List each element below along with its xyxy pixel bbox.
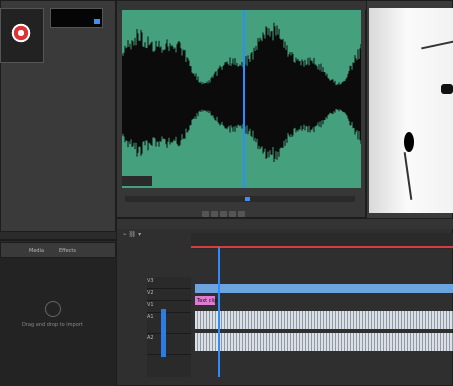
tab-media[interactable]: Media [29, 248, 44, 254]
link-icon[interactable]: ⛓ [129, 231, 137, 238]
waveform-playhead[interactable] [243, 10, 245, 188]
waveform-selection [122, 176, 152, 186]
studio-light-stand [404, 132, 414, 152]
timeline-tools: ⌁ ⛓ ▾ [123, 231, 159, 241]
media-thumbnail-2[interactable] [50, 8, 103, 28]
audio-clip-1[interactable] [195, 311, 453, 329]
track-headers: V3 V2 V1 A1 A2 [147, 277, 191, 377]
timeline-ruler[interactable] [191, 233, 453, 249]
track-header-a1[interactable]: A1 [147, 313, 191, 334]
empty-media-icon [45, 301, 61, 317]
source-monitor [116, 0, 366, 218]
track-header-a2[interactable]: A2 [147, 334, 191, 355]
step-back-button[interactable] [211, 211, 218, 217]
tripod [404, 152, 413, 200]
program-video-frame[interactable] [369, 8, 453, 213]
pink-clip[interactable]: Text clip [195, 296, 215, 305]
snap-icon[interactable]: ⌁ [123, 231, 127, 238]
boom-arm [421, 41, 453, 50]
source-monitor-header [117, 1, 367, 10]
mark-in-button[interactable] [202, 211, 209, 217]
project-divider [0, 239, 116, 241]
video-clip[interactable] [195, 284, 453, 293]
audio-waveform [122, 10, 361, 188]
track-header-v3[interactable]: V3 [147, 277, 191, 289]
film-reel-icon [9, 21, 33, 45]
studio-light [441, 84, 453, 94]
track-header-v2[interactable]: V2 [147, 289, 191, 301]
thumbnail-badge [94, 19, 100, 24]
waveform-display[interactable] [122, 10, 361, 188]
waveform-zoom-bar[interactable] [125, 196, 355, 202]
step-forward-button[interactable] [229, 211, 236, 217]
timeline-panel: ⌁ ⛓ ▾ V3 V2 V1 A1 A2 Text clip [116, 218, 453, 386]
track-header-v1[interactable]: V1 [147, 301, 191, 313]
project-tabs: Media Effects [0, 242, 116, 258]
project-empty-area: Drag and drop to import [0, 258, 116, 386]
marker-icon[interactable]: ▾ [138, 231, 141, 238]
mark-out-button[interactable] [238, 211, 245, 217]
timeline-header [117, 219, 453, 229]
track-target-bar[interactable] [161, 309, 166, 357]
program-monitor [366, 0, 453, 240]
audio-clip-2[interactable] [195, 333, 453, 351]
empty-media-text: Drag and drop to import [22, 322, 83, 328]
workarea-bar[interactable] [191, 246, 453, 248]
tab-effects[interactable]: Effects [59, 248, 76, 254]
media-thumbnail-1[interactable] [0, 8, 44, 63]
play-button[interactable] [220, 211, 227, 217]
timeline-playhead[interactable] [218, 247, 220, 377]
